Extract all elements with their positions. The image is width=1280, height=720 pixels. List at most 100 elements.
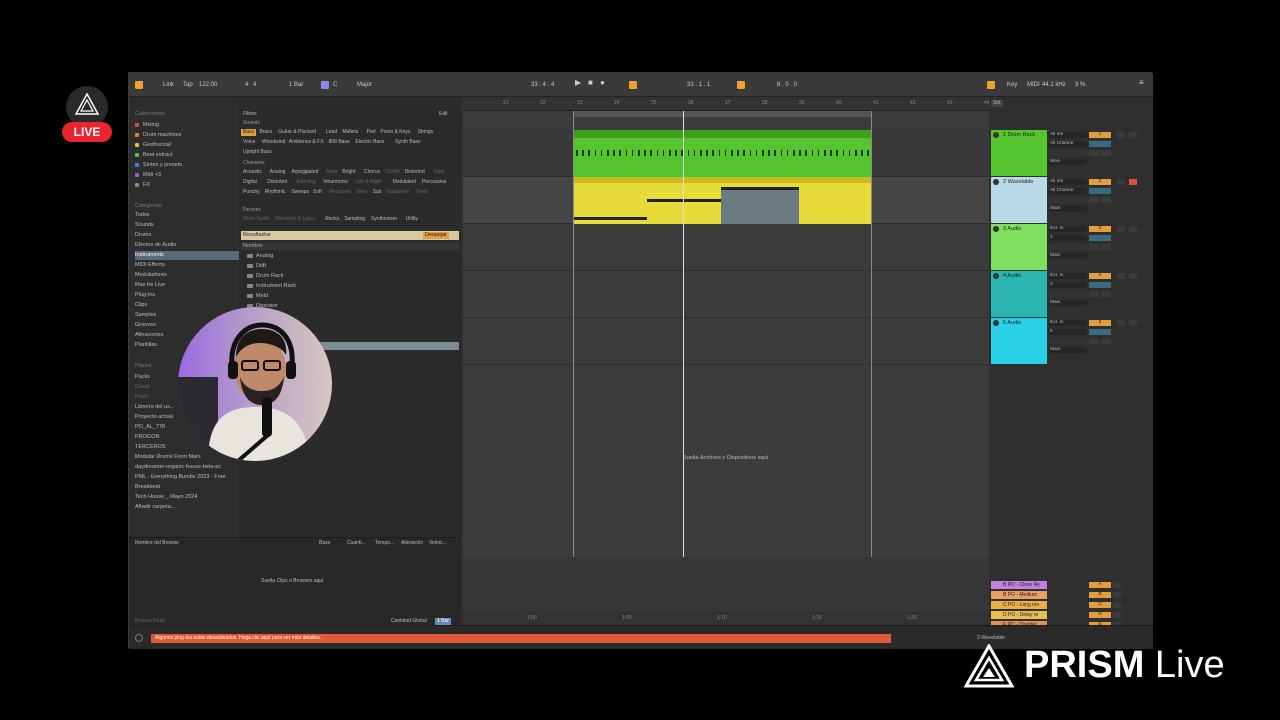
volume-field[interactable] (1089, 282, 1111, 288)
table-col-base[interactable]: Base (317, 540, 332, 547)
category-item[interactable]: Todos (135, 211, 239, 220)
quantize-select[interactable]: 1 Bar (289, 80, 303, 90)
position-field[interactable]: 33 . 4 . 4 (531, 80, 554, 90)
filter-chip[interactable]: Percussive (420, 179, 448, 186)
filter-chip[interactable]: Upright Bass (241, 149, 274, 156)
loop-brace[interactable] (573, 111, 871, 117)
arm-button[interactable] (1129, 273, 1137, 279)
track-number-button[interactable]: 5 (1089, 320, 1111, 326)
filter-chip[interactable]: 808 Bass (327, 139, 352, 146)
monitor-switch[interactable] (1049, 150, 1087, 156)
solo-button[interactable] (1117, 226, 1125, 232)
time-ruler-bottom[interactable]: 1:00 1:05 1:10 1:15 1:20 (463, 611, 989, 625)
track-lane-3[interactable] (463, 224, 989, 271)
track-number-button[interactable]: 1 (1089, 132, 1111, 138)
track-lane-1[interactable] (463, 130, 989, 177)
plugin-warning[interactable]: Algunos plug-ins están desactivados. Hag… (151, 634, 891, 643)
track-header[interactable]: 4 Audio (991, 271, 1047, 317)
loop-toggle-icon[interactable] (737, 81, 745, 89)
arm-button[interactable] (1129, 179, 1137, 185)
volume-field[interactable] (1089, 329, 1111, 335)
filter-chip[interactable]: Woodwind (260, 139, 287, 146)
return-track[interactable]: C PO - Long rev (991, 601, 1047, 609)
table-col-quant[interactable]: Cuanti... (345, 540, 368, 547)
filter-chip[interactable]: Sub (371, 189, 384, 196)
track-activator-icon[interactable] (993, 179, 999, 185)
send-a[interactable] (1089, 338, 1099, 344)
category-item[interactable]: Efectos de Audio (135, 241, 239, 250)
table-col-name[interactable]: Nombre del Browse (133, 540, 181, 547)
filter-chip[interactable]: Soft (311, 189, 324, 196)
track-header[interactable]: 5 Audio (991, 318, 1047, 364)
signature-numerator[interactable]: 4 (245, 80, 248, 90)
track-header[interactable]: 1 Drum Rack (991, 130, 1047, 176)
track-activator-icon[interactable] (993, 226, 999, 232)
return-letter-button[interactable]: B (1089, 592, 1111, 598)
result-item[interactable]: Instrument Rack (247, 283, 296, 289)
arrangement-view[interactable]: 21 22 23 24 25 26 27 28 29 40 41 42 43 44 Suelta Arch… (463, 97, 990, 625)
collection-item[interactable]: Beat extract (135, 151, 239, 160)
input-channel-select[interactable]: All Channe (1049, 141, 1087, 147)
filter-chip[interactable]: Bright (340, 169, 357, 176)
filter-chip[interactable]: Racks (323, 216, 341, 223)
return-letter-button[interactable]: D (1089, 612, 1111, 618)
solo-button[interactable] (1113, 612, 1121, 618)
menu-icon[interactable]: ≡ (1139, 78, 1144, 88)
filter-chip[interactable]: Bass (241, 129, 257, 136)
send-a[interactable] (1089, 291, 1099, 297)
scale-select[interactable]: Major (357, 80, 372, 90)
input-type-select[interactable]: Ext. In (1049, 273, 1087, 279)
category-item[interactable]: MIDI Effects (135, 261, 239, 270)
key-select[interactable]: C (333, 80, 337, 90)
filter-chip[interactable]: Sustained (384, 189, 410, 196)
link-button[interactable]: Link (163, 80, 174, 90)
filter-chip[interactable]: Evolving (295, 179, 318, 186)
filter-chip[interactable]: Drum Synth (241, 216, 271, 223)
filter-chip[interactable]: Mallets (340, 129, 360, 136)
send-b[interactable] (1101, 150, 1111, 156)
clear-results-button[interactable]: Despejar (422, 232, 449, 239)
filter-chip[interactable]: Strings (416, 129, 436, 136)
track-lane-4[interactable] (463, 271, 989, 318)
solo-button[interactable] (1117, 320, 1125, 326)
collection-item[interactable]: Drum machines (135, 131, 239, 140)
filter-chip[interactable]: Tonal (414, 189, 430, 196)
input-channel-select[interactable]: 1 (1049, 235, 1087, 241)
return-track[interactable]: B PO - Close Re (991, 581, 1047, 589)
filter-chip[interactable]: Utility (404, 216, 420, 223)
settings-icon[interactable] (135, 634, 143, 642)
volume-field[interactable] (1089, 141, 1111, 147)
stop-icon[interactable]: ■ (588, 78, 593, 88)
track-header[interactable]: 3 Audio (991, 224, 1047, 270)
set-button[interactable]: Set (991, 100, 1003, 107)
filter-chip[interactable]: Harmonic & Lyrics (273, 216, 317, 223)
track-activator-icon[interactable] (993, 320, 999, 326)
category-item[interactable]: Max for Live (135, 281, 239, 290)
filter-chip[interactable]: Analog (268, 169, 288, 176)
filter-chip[interactable]: Dark (432, 169, 447, 176)
loop-start-field[interactable]: 33 . 1 . 1 (687, 80, 710, 90)
filter-chip[interactable]: Modulated (391, 179, 418, 186)
output-select[interactable]: Main (1049, 159, 1087, 165)
filter-chip[interactable]: Chord (384, 169, 402, 176)
monitor-switch[interactable] (1049, 244, 1087, 250)
scale-mode-icon[interactable] (321, 81, 329, 89)
input-type-select[interactable]: All Ins (1049, 179, 1087, 185)
arm-button[interactable] (1129, 320, 1137, 326)
key-map-label[interactable]: Key (1007, 80, 1017, 90)
return-letter-button[interactable]: C (1089, 602, 1111, 608)
send-a[interactable] (1089, 244, 1099, 250)
filter-chip[interactable]: Bass (324, 169, 339, 176)
output-select[interactable]: Main (1049, 347, 1087, 353)
volume-field[interactable] (1089, 235, 1111, 241)
drum-clip[interactable] (573, 130, 871, 177)
edit-filters-button[interactable]: Edit (437, 111, 450, 118)
filter-chip[interactable]: Acoustic (241, 169, 264, 176)
collection-item[interactable]: Midi +3 (135, 171, 239, 180)
output-select[interactable]: Main (1049, 206, 1087, 212)
send-a[interactable] (1089, 197, 1099, 203)
filter-chip[interactable]: Brass (257, 129, 274, 136)
send-b[interactable] (1101, 244, 1111, 250)
filter-chip[interactable]: Lead (324, 129, 339, 136)
category-item[interactable]: Sounds (135, 221, 239, 230)
